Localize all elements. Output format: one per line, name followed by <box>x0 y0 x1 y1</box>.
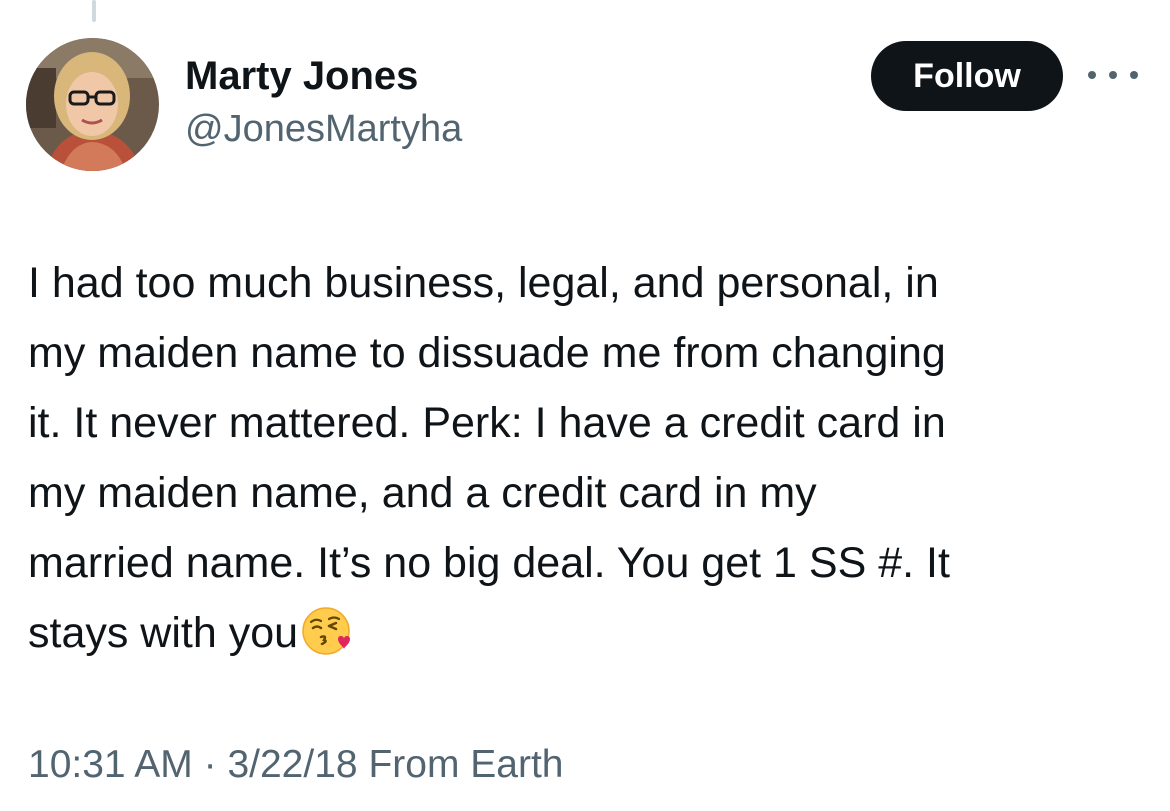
tweet-text-line: married name. It’s no big deal. You get … <box>28 539 950 587</box>
author-display-name[interactable]: Marty Jones <box>185 52 418 100</box>
thread-connector-line <box>92 0 96 22</box>
tweet-text-line: my maiden name, and a credit card in my <box>28 469 817 517</box>
tweet-text-line: stays with you <box>28 609 299 657</box>
more-dot <box>1130 71 1138 79</box>
more-dot <box>1109 71 1117 79</box>
kissing-face-emoji-icon <box>302 607 351 655</box>
tweet-time[interactable]: 10:31 AM <box>28 743 193 786</box>
meta-separator: · <box>203 743 217 786</box>
tweet-text-line: it. It never mattered. Perk: I have a cr… <box>28 399 946 447</box>
tweet-metadata: 10:31 AM · 3/22/18 From Earth <box>28 740 563 790</box>
author-handle[interactable]: @JonesMartyha <box>185 106 462 152</box>
tweet-date[interactable]: 3/22/18 <box>227 743 357 786</box>
more-dot <box>1088 71 1096 79</box>
tweet-text-line: my maiden name to dissuade me from chang… <box>28 329 946 377</box>
tweet-text-line: I had too much business, legal, and pers… <box>28 259 939 307</box>
more-options-icon[interactable] <box>1088 62 1138 88</box>
avatar[interactable] <box>26 38 159 171</box>
follow-button[interactable]: Follow <box>871 41 1063 111</box>
tweet-source: From Earth <box>368 743 564 786</box>
tweet-text-line-last: stays with you <box>28 598 1138 668</box>
tweet-text: I had too much business, legal, and pers… <box>28 248 1138 668</box>
profile-photo-icon <box>26 38 159 171</box>
